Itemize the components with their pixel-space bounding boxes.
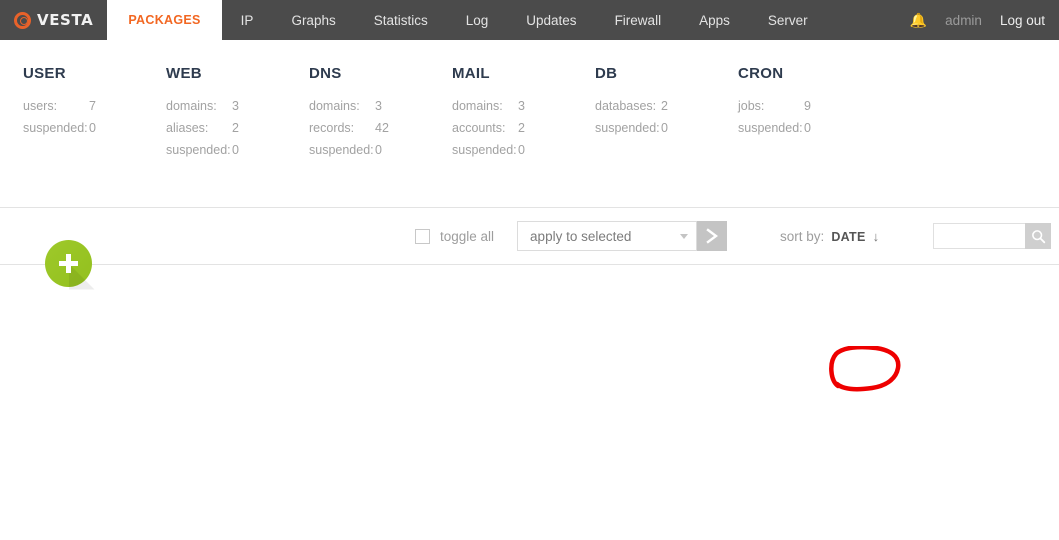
tab-firewall[interactable]: Firewall [596, 0, 681, 40]
stat-key: domains: [309, 99, 360, 113]
stat-row: domains: 3 [452, 99, 595, 114]
stat-row: suspended: 0 [23, 121, 166, 136]
stat-key: databases: [595, 99, 657, 113]
stat-title-mail: MAIL [452, 65, 490, 82]
stat-row: jobs: 9 [738, 99, 881, 114]
tab-ip[interactable]: IP [222, 0, 273, 40]
apply-to-selected-select[interactable]: apply to selected [517, 221, 698, 251]
stat-value: 7 [89, 99, 96, 113]
stat-key: aliases: [166, 121, 209, 135]
apply-to-selected-group: apply to selected [517, 221, 728, 251]
sort-by-value[interactable]: DATE [831, 230, 865, 244]
search-button[interactable] [1025, 223, 1052, 249]
stat-value: 9 [804, 99, 811, 113]
stat-row: suspended: 0 [309, 143, 452, 158]
search-icon [1031, 229, 1045, 243]
sort-by-label: sort by: [780, 228, 825, 244]
tab-statistics[interactable]: Statistics [355, 0, 447, 40]
sort-direction-arrow-icon[interactable]: ↓ [873, 229, 880, 244]
stat-title-cron: CRON [738, 65, 784, 82]
current-user-link[interactable]: admin [945, 13, 982, 28]
vesta-logo[interactable]: VESTA [0, 0, 107, 40]
tab-graphs[interactable]: Graphs [272, 0, 354, 40]
stat-row: suspended: 0 [166, 143, 309, 158]
stat-key: accounts: [452, 121, 506, 135]
stat-group-user: USER users: 7 suspended: 0 [0, 65, 166, 165]
stat-row: suspended: 0 [452, 143, 595, 158]
stat-row: suspended: 0 [595, 121, 738, 136]
nav-right-group: 🔔 admin Log out [910, 0, 1059, 40]
stat-key: users: [23, 99, 58, 113]
top-navigation-bar: VESTA PACKAGES IP Graphs Statistics Log … [0, 0, 1059, 40]
stat-value: 2 [518, 121, 525, 135]
package-row-header: 22 Sep 2020 palegreen [0, 265, 1059, 317]
stat-value: 3 [375, 99, 382, 113]
stat-row: suspended: 0 [738, 121, 881, 136]
stat-group-dns: DNS domains: 3 records: 42 suspended: 0 [309, 65, 452, 165]
bell-icon[interactable]: 🔔 [910, 13, 927, 27]
tab-log[interactable]: Log [447, 0, 508, 40]
apply-to-selected-value: apply to selected [530, 228, 632, 244]
red-circle-annotation [829, 346, 901, 392]
stat-key: suspended: [166, 143, 231, 157]
stat-key: suspended: [595, 121, 660, 135]
tab-updates[interactable]: Updates [507, 0, 595, 40]
stat-title-db: DB [595, 65, 618, 82]
stat-key: records: [309, 121, 355, 135]
logout-link[interactable]: Log out [1000, 13, 1045, 28]
stat-value: 42 [375, 121, 389, 135]
stat-value: 0 [89, 121, 96, 135]
stat-row: records: 42 [309, 121, 452, 136]
list-toolbar: toggle all apply to selected sort by: DA… [0, 208, 1059, 265]
search-group [933, 223, 1052, 249]
stat-key: suspended: [452, 143, 517, 157]
stat-key: suspended: [309, 143, 374, 157]
search-input[interactable] [933, 223, 1026, 249]
stat-group-web: WEB domains: 3 aliases: 2 suspended: 0 [166, 65, 309, 165]
stat-key: jobs: [738, 99, 765, 113]
tab-apps[interactable]: Apps [680, 0, 749, 40]
stat-row: users: 7 [23, 99, 166, 114]
package-list: 22 Sep 2020 palegreen Web Template: host… [0, 265, 1059, 317]
stat-row: domains: 3 [166, 99, 309, 114]
stat-value: 3 [518, 99, 525, 113]
stat-value: 0 [804, 121, 811, 135]
chevron-right-icon [706, 228, 719, 244]
statistics-summary-panel: USER users: 7 suspended: 0 WEB domains: … [0, 40, 1059, 208]
stat-value: 0 [375, 143, 382, 157]
stat-group-db: DB databases: 2 suspended: 0 [595, 65, 738, 165]
stat-title-dns: DNS [309, 65, 342, 82]
add-package-button[interactable] [45, 240, 92, 287]
chevron-down-icon [680, 233, 689, 239]
stat-value: 2 [661, 99, 668, 113]
apply-go-button[interactable] [697, 221, 728, 251]
toggle-all-label[interactable]: toggle all [440, 229, 494, 244]
stat-value: 2 [232, 121, 239, 135]
stat-value: 0 [232, 143, 239, 157]
stat-key: suspended: [23, 121, 88, 135]
plus-icon [59, 254, 78, 273]
tab-packages[interactable]: PACKAGES [107, 0, 222, 40]
vesta-ring-icon [14, 11, 31, 29]
stat-row: databases: 2 [595, 99, 738, 114]
stat-row: accounts: 2 [452, 121, 595, 136]
stat-row: aliases: 2 [166, 121, 309, 136]
stat-row: domains: 3 [309, 99, 452, 114]
stat-group-cron: CRON jobs: 9 suspended: 0 [738, 65, 881, 165]
stat-title-user: USER [23, 65, 66, 82]
stat-key: domains: [452, 99, 503, 113]
toggle-all-checkbox[interactable] [415, 228, 430, 244]
stat-value: 0 [518, 143, 525, 157]
stat-title-web: WEB [166, 65, 202, 82]
stat-group-mail: MAIL domains: 3 accounts: 2 suspended: 0 [452, 65, 595, 165]
toolbar-controls: toggle all apply to selected sort by: DA… [415, 221, 1052, 251]
sort-by-group: sort by: DATE ↓ [780, 229, 879, 244]
stat-key: domains: [166, 99, 217, 113]
nav-items: PACKAGES IP Graphs Statistics Log Update… [107, 0, 826, 40]
stat-value: 3 [232, 99, 239, 113]
stat-key: suspended: [738, 121, 803, 135]
tab-server[interactable]: Server [749, 0, 827, 40]
vesta-logo-text: VESTA [37, 11, 94, 29]
stat-value: 0 [661, 121, 668, 135]
